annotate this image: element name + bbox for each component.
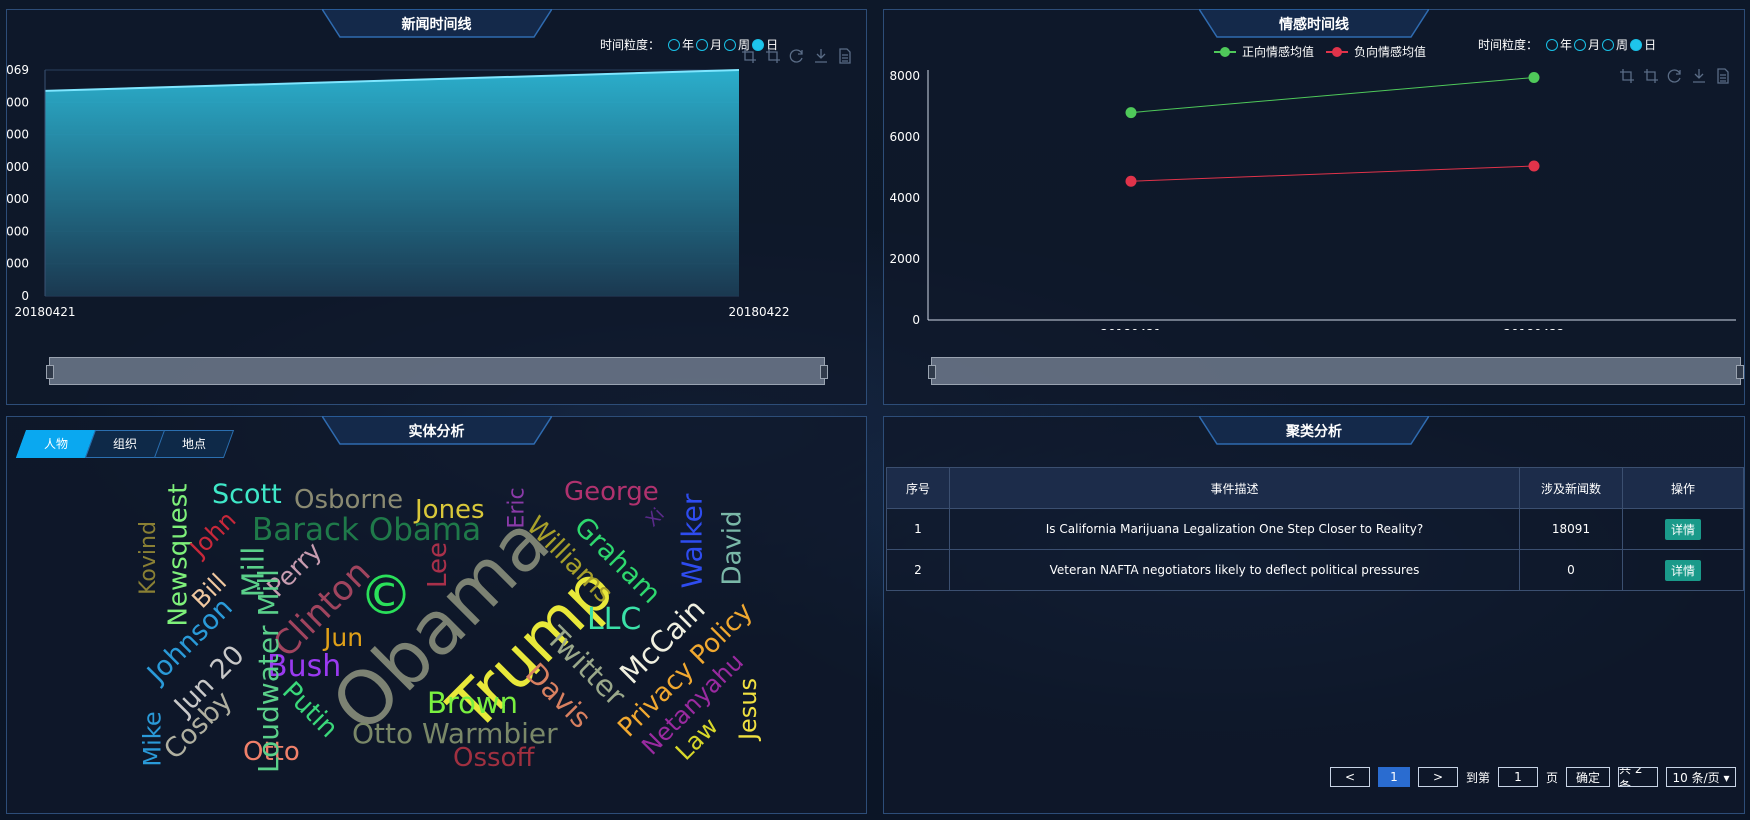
entity-analysis-title: 实体分析 xyxy=(408,424,465,440)
word-xi[interactable]: Xi xyxy=(642,504,669,531)
word-eric[interactable]: Eric xyxy=(505,487,530,528)
word-jesus[interactable]: Jesus xyxy=(734,678,762,740)
entity-analysis-panel: 实体分析 人物 组织 地点 Obama Trump © Barack Obama… xyxy=(6,416,867,814)
detail-button[interactable]: 详情 xyxy=(1664,518,1701,540)
tab-organization[interactable]: 组织 xyxy=(84,430,166,458)
series-line xyxy=(1130,165,1535,182)
y-tick-label: ,000 xyxy=(7,128,29,142)
row-count: 0 xyxy=(1519,549,1623,591)
slider-handle-left[interactable] xyxy=(46,365,54,379)
word-lee[interactable]: Lee xyxy=(423,542,453,588)
sentiment-timeline-panel: 情感时间线 时间粒度： 年 月 周 日 02000400060008000201… xyxy=(883,9,1745,405)
x-tick-label: 20180421 xyxy=(1100,327,1161,330)
data-point xyxy=(1125,175,1137,187)
data-point xyxy=(1528,160,1540,172)
word-scott[interactable]: Scott xyxy=(212,481,282,508)
word-loudwater-mill[interactable]: Loudwater Mill xyxy=(252,569,285,773)
legend-label: 负向情感均值 xyxy=(1354,44,1426,59)
word-jun[interactable]: Jun xyxy=(324,625,363,650)
word-george[interactable]: George xyxy=(564,479,659,505)
news-datazoom-slider[interactable] xyxy=(46,357,828,385)
row-description: Veteran NAFTA negotiators likely to defl… xyxy=(949,549,1520,591)
y-tick-label: ,069 xyxy=(7,63,29,77)
slider-handle-right[interactable] xyxy=(1736,365,1744,379)
row-index: 1 xyxy=(886,508,950,550)
x-tick-label: 20180422 xyxy=(728,305,789,319)
word-newsquest[interactable]: Newsquest xyxy=(163,484,193,627)
entity-tabs: 人物 组织 地点 xyxy=(15,430,235,458)
word-brown[interactable]: Brown xyxy=(427,689,518,718)
y-tick-label: 4000 xyxy=(889,191,920,205)
page-unit-label: 页 xyxy=(1545,770,1558,785)
row-action: 详情 xyxy=(1622,549,1744,591)
word-jones[interactable]: Jones xyxy=(415,497,485,523)
cluster-analysis-panel: 聚类分析 序号 事件描述 涉及新闻数 操作 1 Is California Ma… xyxy=(883,416,1745,814)
legend-label: 正向情感均值 xyxy=(1242,44,1314,59)
goto-label: 到第 xyxy=(1465,770,1490,785)
y-tick-label: ,000 xyxy=(7,257,29,271)
y-tick-label: 6000 xyxy=(889,130,920,144)
detail-button[interactable]: 详情 xyxy=(1664,559,1701,581)
word-kovind[interactable]: Kovind xyxy=(136,521,161,595)
row-count: 18091 xyxy=(1519,508,1623,550)
word-john[interactable]: John xyxy=(185,506,242,563)
current-page-button[interactable]: 1 xyxy=(1377,767,1410,787)
page-size-select[interactable]: 10 条/页 ▾ xyxy=(1666,767,1736,787)
data-point xyxy=(1125,107,1137,119)
row-action: 详情 xyxy=(1622,508,1744,550)
table-row: 2 Veteran NAFTA negotiators likely to de… xyxy=(886,549,1744,591)
y-tick-label: 0 xyxy=(21,289,29,303)
table-header-row: 序号 事件描述 涉及新闻数 操作 xyxy=(886,467,1744,509)
sentiment-line-chart: 0 2000 4000 6000 8000 20180421 20180422 正向情感均值 负… xyxy=(889,44,1736,330)
col-news-count: 涉及新闻数 xyxy=(1519,467,1623,509)
word-llc[interactable]: LLC xyxy=(587,605,641,635)
y-tick-label: ,000 xyxy=(7,224,29,238)
word-osborne[interactable]: Osborne xyxy=(294,487,403,513)
word-mike[interactable]: Mike xyxy=(139,711,167,766)
row-description: Is California Marijuana Legalization One… xyxy=(949,508,1520,550)
y-tick-label: 0 xyxy=(912,313,920,327)
word-david[interactable]: David xyxy=(718,510,748,585)
col-index: 序号 xyxy=(886,467,950,509)
cluster-table: 序号 事件描述 涉及新闻数 操作 1 Is California Marijua… xyxy=(886,467,1744,591)
data-point xyxy=(1528,72,1540,84)
confirm-button[interactable]: 确定 xyxy=(1566,767,1610,787)
goto-page-input[interactable]: 1 xyxy=(1497,767,1538,787)
news-timeline-panel: 新闻时间线 时间粒度： 年 月 周 日 0,000,000,000,000,00… xyxy=(6,9,867,405)
y-tick-label: 2000 xyxy=(889,252,920,266)
area-fill xyxy=(45,70,739,296)
x-tick-label: 20180422 xyxy=(1503,327,1564,330)
y-tick-label: ,000 xyxy=(7,160,29,174)
pagination: < 1 > 到第 1 页 确定 共 2 条 10 条/页 ▾ xyxy=(1329,767,1736,787)
row-index: 2 xyxy=(886,549,950,591)
slider-handle-right[interactable] xyxy=(820,365,828,379)
tab-person[interactable]: 人物 xyxy=(15,430,97,458)
cluster-analysis-title: 聚类分析 xyxy=(1286,424,1342,440)
y-tick-label: 8000 xyxy=(889,69,920,83)
legend-marker xyxy=(1332,47,1342,57)
table-row: 1 Is California Marijuana Legalization O… xyxy=(886,508,1744,550)
next-page-button[interactable]: > xyxy=(1417,767,1458,787)
legend-marker xyxy=(1220,47,1230,57)
y-tick-label: ,000 xyxy=(7,95,29,109)
word-walker[interactable]: Walker xyxy=(675,494,708,589)
news-area-chart: 0 ,000 ,000 ,000 ,000 ,000 ,000 ,069 20180421 201… xyxy=(7,63,790,319)
tab-location[interactable]: 地点 xyxy=(153,430,235,458)
col-action: 操作 xyxy=(1622,467,1744,509)
word-ossoff[interactable]: Ossoff xyxy=(453,745,534,771)
y-tick-label: ,000 xyxy=(7,192,29,206)
slider-handle-left[interactable] xyxy=(928,365,936,379)
total-count: 共 2 条 xyxy=(1618,767,1658,787)
x-tick-label: 20180421 xyxy=(14,305,75,319)
sentiment-datazoom-slider[interactable] xyxy=(928,357,1744,385)
prev-page-button[interactable]: < xyxy=(1329,767,1370,787)
panel-title: 实体分析 xyxy=(321,416,552,446)
panel-title: 聚类分析 xyxy=(1199,416,1429,446)
col-description: 事件描述 xyxy=(949,467,1520,509)
series-line xyxy=(1130,77,1535,114)
